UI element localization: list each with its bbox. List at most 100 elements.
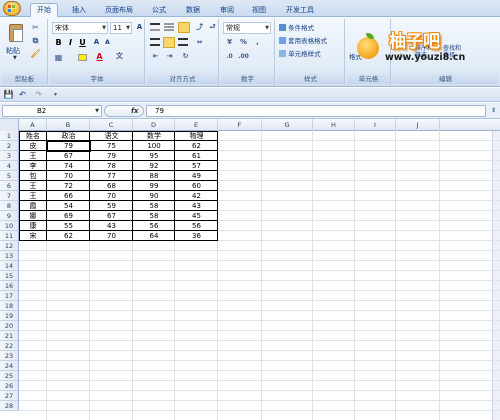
redo-icon[interactable]: ↷ bbox=[33, 89, 44, 100]
expand-formula-bar-icon[interactable]: ⇕ bbox=[488, 105, 499, 116]
column-header-g[interactable]: G bbox=[262, 119, 313, 131]
row-header-21[interactable]: 21 bbox=[0, 331, 19, 341]
worksheet-grid[interactable]: ABCDEFGHIJ 1 2 3 4 5 6 7 8 9 10 11 12 13 14 15 16 17 18 19… bbox=[0, 119, 500, 420]
row-header-4[interactable]: 4 bbox=[0, 161, 19, 171]
row-header-5[interactable]: 5 bbox=[0, 171, 19, 181]
conditional-format-button[interactable]: 条件格式 bbox=[279, 22, 314, 34]
row-header-28[interactable]: 28 bbox=[0, 401, 19, 411]
format-as-table-button[interactable]: 套用表格格式 bbox=[279, 35, 327, 47]
underline-icon[interactable]: U bbox=[77, 37, 88, 48]
insert-function-button[interactable]: fx bbox=[104, 105, 144, 117]
column-header-f[interactable]: F bbox=[218, 119, 262, 131]
align-left-icon[interactable] bbox=[150, 38, 160, 46]
italic-icon[interactable]: I bbox=[65, 37, 76, 48]
save-icon[interactable]: 💾 bbox=[3, 89, 14, 100]
decrease-indent-icon[interactable]: ⇤ bbox=[150, 51, 161, 62]
increase-decimal-icon[interactable]: .0 bbox=[224, 51, 235, 62]
vertical-scrollbar[interactable] bbox=[492, 131, 500, 420]
table-border bbox=[19, 220, 218, 221]
column-header-d[interactable]: D bbox=[133, 119, 175, 131]
fill-color-icon[interactable] bbox=[78, 54, 87, 61]
selected-cell[interactable] bbox=[46, 140, 91, 152]
tab-developer[interactable]: 开发工具 bbox=[280, 4, 320, 17]
row-header-22[interactable]: 22 bbox=[0, 341, 19, 351]
column-header-c[interactable]: C bbox=[90, 119, 133, 131]
row-header-19[interactable]: 19 bbox=[0, 311, 19, 321]
column-header-i[interactable]: I bbox=[355, 119, 396, 131]
row-header-16[interactable]: 16 bbox=[0, 281, 19, 291]
tab-formulas[interactable]: 公式 bbox=[146, 4, 172, 17]
office-button[interactable] bbox=[3, 1, 21, 16]
currency-icon[interactable]: ¥ bbox=[224, 37, 235, 48]
row-header-23[interactable]: 23 bbox=[0, 351, 19, 361]
align-bottom-icon[interactable] bbox=[178, 22, 190, 33]
row-header-11[interactable]: 11 bbox=[0, 231, 19, 241]
grow-font-icon[interactable]: A bbox=[134, 22, 145, 33]
gridline bbox=[19, 390, 500, 391]
comma-style-icon[interactable]: , bbox=[252, 37, 263, 48]
tab-home[interactable]: 开始 bbox=[30, 3, 58, 18]
column-header-j[interactable]: J bbox=[396, 119, 440, 131]
row-header-12[interactable]: 12 bbox=[0, 241, 19, 251]
align-middle-icon[interactable] bbox=[164, 23, 174, 31]
copy-icon[interactable]: ⧉ bbox=[30, 35, 41, 46]
increase-indent-icon[interactable]: ⇥ bbox=[164, 51, 175, 62]
tab-review[interactable]: 审阅 bbox=[214, 4, 240, 17]
column-header-a[interactable]: A bbox=[19, 119, 47, 131]
row-header-7[interactable]: 7 bbox=[0, 191, 19, 201]
row-header-18[interactable]: 18 bbox=[0, 301, 19, 311]
align-right-icon[interactable] bbox=[178, 38, 188, 46]
row-header-9[interactable]: 9 bbox=[0, 211, 19, 221]
select-all-corner[interactable] bbox=[0, 119, 19, 131]
grow-font-size-icon[interactable]: A bbox=[91, 37, 102, 48]
row-header-27[interactable]: 27 bbox=[0, 391, 19, 401]
row-header-20[interactable]: 20 bbox=[0, 321, 19, 331]
tab-view[interactable]: 视图 bbox=[246, 4, 272, 17]
row-header-13[interactable]: 13 bbox=[0, 251, 19, 261]
row-header-17[interactable]: 17 bbox=[0, 291, 19, 301]
row-header-26[interactable]: 26 bbox=[0, 381, 19, 391]
font-color-icon[interactable]: A bbox=[94, 51, 105, 62]
name-box[interactable]: B2 ▼ bbox=[2, 105, 102, 117]
wrap-text-icon[interactable]: ⮐ bbox=[207, 22, 218, 33]
row-header-25[interactable]: 25 bbox=[0, 371, 19, 381]
formula-input[interactable]: 79 bbox=[146, 105, 486, 117]
column-header-b[interactable]: B bbox=[47, 119, 90, 131]
row-header-10[interactable]: 10 bbox=[0, 221, 19, 231]
row-header-2[interactable]: 2 bbox=[0, 141, 19, 151]
tab-insert[interactable]: 插入 bbox=[66, 4, 92, 17]
column-header-h[interactable]: H bbox=[313, 119, 355, 131]
gridline bbox=[439, 131, 440, 420]
align-top-icon[interactable] bbox=[150, 23, 160, 31]
tab-page-layout[interactable]: 页面布局 bbox=[99, 4, 139, 17]
row-header-3[interactable]: 3 bbox=[0, 151, 19, 161]
gridline bbox=[19, 310, 500, 311]
percent-icon[interactable]: % bbox=[238, 37, 249, 48]
bold-icon[interactable]: B bbox=[53, 37, 64, 48]
row-header-15[interactable]: 15 bbox=[0, 271, 19, 281]
border-icon[interactable]: ▦ bbox=[53, 52, 64, 63]
number-format-select[interactable]: 常规 ▼ bbox=[223, 22, 271, 34]
font-size-select[interactable]: 11 ▼ bbox=[110, 22, 132, 34]
row-header-24[interactable]: 24 bbox=[0, 361, 19, 371]
row-header-6[interactable]: 6 bbox=[0, 181, 19, 191]
text-direction-icon[interactable]: ↻ bbox=[180, 51, 191, 62]
row-header-8[interactable]: 8 bbox=[0, 201, 19, 211]
row-header-14[interactable]: 14 bbox=[0, 261, 19, 271]
column-header-e[interactable]: E bbox=[175, 119, 218, 131]
format-painter-icon[interactable]: 🖌 bbox=[30, 48, 41, 59]
undo-icon[interactable]: ↶ bbox=[17, 89, 28, 100]
phonetic-icon[interactable]: 文 bbox=[114, 51, 125, 62]
decrease-decimal-icon[interactable]: .00 bbox=[238, 51, 249, 62]
align-center-icon[interactable] bbox=[163, 37, 175, 48]
shrink-font-size-icon[interactable]: A bbox=[102, 37, 113, 48]
merge-center-icon[interactable]: ⇔ bbox=[194, 37, 205, 48]
paste-button[interactable]: 粘贴 ▼ bbox=[4, 21, 26, 61]
cut-icon[interactable]: ✂ bbox=[30, 22, 41, 33]
font-name-select[interactable]: 宋体 ▼ bbox=[52, 22, 108, 34]
customize-toolbar-icon[interactable]: ▾ bbox=[50, 89, 61, 100]
orientation-icon[interactable]: ⤴ bbox=[194, 22, 205, 33]
tab-data[interactable]: 数据 bbox=[180, 4, 206, 17]
cell-styles-button[interactable]: 单元格样式 bbox=[279, 48, 321, 60]
row-header-1[interactable]: 1 bbox=[0, 131, 19, 141]
